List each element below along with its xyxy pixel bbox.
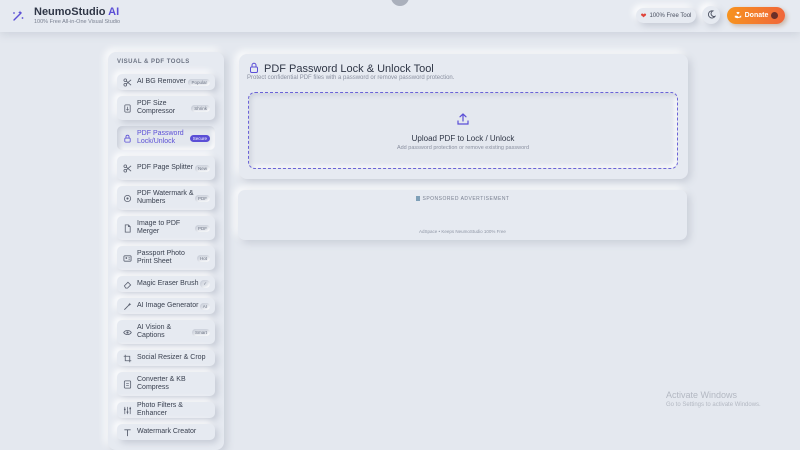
eraser-icon — [122, 279, 132, 289]
upload-subtitle: Add password protection or remove existi… — [396, 145, 530, 151]
brand[interactable]: NeumoStudio AI 100% Free All-in-One Visu… — [10, 6, 120, 26]
moon-icon — [707, 6, 716, 24]
sidebar-item-label: AI Vision & Captions — [137, 323, 172, 340]
sidebar-item-label: Passport Photo Print Sheet — [137, 249, 185, 266]
badge-smart: Smart — [191, 328, 210, 336]
lock-icon — [122, 133, 132, 143]
sidebar-item-label: Photo Filters & Enhancer — [137, 401, 183, 418]
badge-popular: Popular — [188, 78, 210, 86]
badge-check: ✓ — [200, 280, 210, 288]
sidebar-item-photo-filters[interactable]: Photo Filters & Enhancer — [117, 402, 215, 418]
page-description: Protect confidential PDF files with a pa… — [247, 75, 455, 81]
brand-name: NeumoStudio AI — [34, 6, 120, 18]
sponsored-ad[interactable]: SPONSORED ADVERTISEMENT AdSpace • Keeps … — [238, 190, 687, 240]
badge-ai: AI — [199, 302, 210, 310]
sidebar-item-pdf-size-compressor[interactable]: PDF Size Compressor Shrink — [117, 96, 215, 120]
page-title-text: PDF Password Lock & Unlock Tool — [264, 63, 434, 75]
free-badge-label: 100% Free Tool — [649, 12, 692, 19]
sidebar-item-label: Watermark Creator — [137, 427, 197, 435]
windows-activation-watermark: Activate Windows Go to Settings to activ… — [666, 390, 761, 408]
ad-icon — [415, 196, 420, 201]
sidebar-item-ai-image-generator[interactable]: AI Image Generator AI — [117, 298, 215, 314]
wand-icon — [122, 301, 132, 311]
theme-toggle-button[interactable] — [702, 6, 720, 24]
sidebar-item-label: PDF Watermark & Numbers — [137, 189, 194, 206]
scissors-icon — [122, 163, 132, 173]
upload-icon — [456, 112, 470, 131]
compress-icon — [122, 103, 132, 113]
hand-heart-icon — [734, 11, 742, 21]
collapse-handle[interactable] — [391, 0, 409, 6]
sidebar-title: VISUAL & PDF TOOLS — [117, 59, 190, 65]
sidebar-item-label: Converter & KB Compress — [137, 375, 186, 392]
watermark-line1: Activate Windows — [666, 390, 738, 400]
sidebar-item-pdf-password-lock[interactable]: PDF Password Lock/Unlock Secure — [117, 126, 215, 150]
sidebar-item-label: Image to PDF Merger — [137, 219, 181, 236]
ad-footer: AdSpace • Keeps NeumoStudio 100% Free — [419, 229, 506, 234]
id-card-icon — [122, 253, 132, 263]
top-header: NeumoStudio AI 100% Free All-in-One Visu… — [0, 0, 800, 32]
convert-icon — [122, 379, 132, 389]
donate-button[interactable]: Donate — [727, 7, 785, 24]
sidebar-item-watermark-creator[interactable]: Watermark Creator — [117, 424, 215, 440]
sidebar-item-label: Magic Eraser Brush — [137, 279, 199, 287]
sidebar-item-converter[interactable]: Converter & KB Compress — [117, 372, 215, 396]
watermark-line2: Go to Settings to activate Windows. — [666, 402, 761, 408]
scissors-icon — [122, 77, 132, 87]
sliders-icon — [122, 405, 132, 415]
donate-label: Donate — [744, 12, 769, 19]
badge-new: New — [194, 164, 210, 172]
badge-hot: Hot — [196, 254, 210, 262]
badge-pdf: PDF — [195, 194, 210, 202]
crop-icon — [122, 353, 132, 363]
sidebar-item-passport-photo[interactable]: Passport Photo Print Sheet Hot — [117, 246, 215, 270]
brand-tagline: 100% Free All-in-One Visual Studio — [34, 19, 121, 25]
sidebar-item-ai-vision[interactable]: AI Vision & Captions Smart — [117, 320, 215, 344]
eye-icon — [122, 327, 132, 337]
sidebar-item-label: PDF Password Lock/Unlock — [137, 129, 184, 146]
file-icon — [122, 223, 132, 233]
sidebar-item-label: PDF Size Compressor — [137, 99, 176, 116]
page-title: PDF Password Lock & Unlock Tool — [249, 62, 434, 76]
sidebar-item-label: PDF Page Splitter — [137, 163, 194, 171]
stamp-icon — [122, 193, 132, 203]
sidebar-item-label: AI BG Remover — [137, 77, 187, 85]
sidebar-item-label: AI Image Generator — [137, 301, 199, 309]
badge-pdf: PDF — [195, 224, 210, 232]
free-badge: ❤ 100% Free Tool — [636, 8, 696, 23]
sidebar-item-social-resizer[interactable]: Social Resizer & Crop — [117, 350, 215, 366]
upload-title: Upload PDF to Lock / Unlock — [411, 134, 515, 143]
upload-dropzone[interactable]: Upload PDF to Lock / Unlock Add password… — [248, 92, 678, 169]
sidebar-item-ai-bg-remover[interactable]: AI BG Remover Popular — [117, 74, 215, 90]
ad-label: SPONSORED ADVERTISEMENT — [238, 196, 687, 202]
text-icon — [122, 427, 132, 437]
sidebar-item-image-to-pdf[interactable]: Image to PDF Merger PDF — [117, 216, 215, 240]
sidebar-item-label: Social Resizer & Crop — [137, 353, 206, 361]
tool-card: PDF Password Lock & Unlock Tool Protect … — [239, 54, 688, 179]
lock-icon — [249, 62, 259, 76]
badge-shrink: Shrink — [191, 104, 210, 112]
heart-icon: ❤ — [640, 12, 647, 20]
sidebar-item-pdf-page-splitter[interactable]: PDF Page Splitter New — [117, 156, 215, 180]
avatar — [771, 12, 779, 19]
sparkle-icon — [10, 8, 26, 24]
sidebar: VISUAL & PDF TOOLS AI BG Remover Popular… — [108, 52, 224, 450]
sidebar-item-pdf-watermark[interactable]: PDF Watermark & Numbers PDF — [117, 186, 215, 210]
sidebar-item-magic-eraser[interactable]: Magic Eraser Brush ✓ — [117, 276, 215, 292]
brand-accent: AI — [108, 6, 120, 18]
badge-secure: Secure — [189, 134, 210, 142]
